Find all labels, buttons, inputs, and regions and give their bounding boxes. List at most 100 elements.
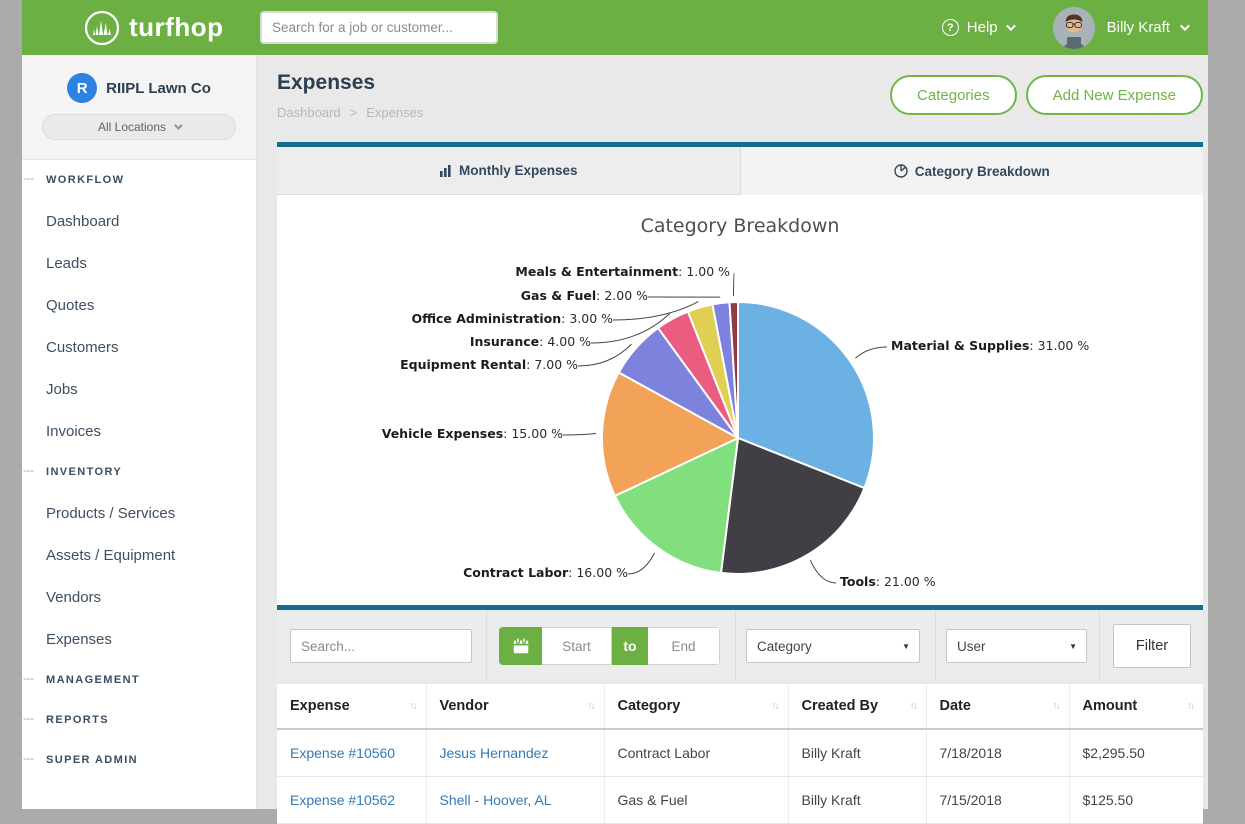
created-by-cell: Billy Kraft [788, 776, 926, 823]
section-dash-icon: --- [23, 753, 34, 765]
user-avatar[interactable] [1053, 7, 1095, 49]
sidebar-item-vendors[interactable]: Vendors [22, 576, 256, 618]
bar-chart-icon [439, 164, 452, 177]
expenses-table: Expense↑↓ Vendor↑↓ Category↑↓ Created By… [277, 684, 1203, 824]
add-new-expense-button[interactable]: Add New Expense [1026, 75, 1203, 115]
user-name: Billy Kraft [1107, 19, 1170, 36]
chart-title: Category Breakdown [277, 215, 1203, 237]
pie-callout-label: Insurance4.00 % [470, 334, 591, 349]
sort-icon[interactable]: ↑↓ [1053, 701, 1059, 712]
column-header-created-by[interactable]: Created By↑↓ [788, 684, 926, 729]
amount-cell: $2,295.50 [1069, 729, 1203, 776]
category-cell: Gas & Fuel [604, 776, 788, 823]
expense-search-input[interactable] [290, 629, 472, 663]
pie-callout-label: Material & Supplies31.00 % [891, 338, 1089, 353]
sidebar-section-super-admin[interactable]: --- SUPER ADMIN [22, 740, 256, 780]
company-row[interactable]: R RIIPL Lawn Co [22, 55, 256, 103]
avatar-photo [1053, 7, 1095, 49]
company-name: RIIPL Lawn Co [106, 80, 211, 97]
divider [1099, 610, 1100, 680]
date-range-group: to [499, 627, 720, 665]
sidebar: R RIIPL Lawn Co All Locations --- WORKFL… [22, 55, 257, 809]
main-content: Expenses Dashboard > Expenses Categories… [257, 55, 1208, 809]
divider [935, 610, 936, 680]
chevron-down-icon[interactable] [1180, 21, 1190, 31]
sidebar-item-invoices[interactable]: Invoices [22, 410, 256, 452]
table-header-row: Expense↑↓ Vendor↑↓ Category↑↓ Created By… [277, 684, 1203, 729]
brand-name: turfhop [129, 12, 223, 43]
select-arrow-icon: ▼ [1069, 642, 1077, 651]
tab-monthly-expenses[interactable]: Monthly Expenses [277, 147, 741, 195]
pie-leader-line [563, 434, 596, 436]
sidebar-item-leads[interactable]: Leads [22, 242, 256, 284]
start-date-input[interactable] [542, 627, 612, 665]
sort-icon[interactable]: ↑↓ [588, 701, 594, 712]
chevron-down-icon [174, 121, 182, 129]
sidebar-item-dashboard[interactable]: Dashboard [22, 200, 256, 242]
filter-bar: to Category ▼ User ▼ Filter [277, 610, 1203, 680]
locations-label: All Locations [98, 120, 166, 134]
sort-icon[interactable]: ↑↓ [1187, 701, 1193, 712]
top-right-group: ? Help Billy Kraft [942, 0, 1187, 55]
user-select[interactable]: User ▼ [946, 629, 1087, 663]
sidebar-item-quotes[interactable]: Quotes [22, 284, 256, 326]
calendar-icon [511, 636, 531, 656]
sidebar-section-workflow[interactable]: --- WORKFLOW [22, 160, 256, 200]
sidebar-item-assets-equipment[interactable]: Assets / Equipment [22, 534, 256, 576]
column-header-category[interactable]: Category↑↓ [604, 684, 788, 729]
sidebar-section-inventory[interactable]: --- INVENTORY [22, 452, 256, 492]
help-icon: ? [942, 19, 959, 36]
sidebar-section-reports[interactable]: --- REPORTS [22, 700, 256, 740]
tab-category-breakdown[interactable]: Category Breakdown [741, 147, 1204, 195]
sort-icon[interactable]: ↑↓ [772, 701, 778, 712]
breadcrumb-separator: > [350, 105, 358, 120]
company-badge: R [67, 73, 97, 103]
pie-callout-label: Vehicle Expenses15.00 % [382, 426, 563, 441]
global-search-input[interactable] [260, 11, 498, 44]
sidebar-section-management[interactable]: --- MANAGEMENT [22, 660, 256, 700]
sidebar-item-jobs[interactable]: Jobs [22, 368, 256, 410]
turfhop-logo[interactable]: turfhop [84, 0, 223, 55]
expense-link[interactable]: Expense #10562 [290, 792, 395, 808]
sidebar-item-customers[interactable]: Customers [22, 326, 256, 368]
end-date-input[interactable] [648, 627, 720, 665]
select-arrow-icon: ▼ [902, 642, 910, 651]
section-dash-icon: --- [23, 173, 34, 185]
category-cell: Contract Labor [604, 729, 788, 776]
amount-cell: $125.50 [1069, 776, 1203, 823]
page-header: Expenses Dashboard > Expenses Categories… [277, 55, 1203, 142]
column-header-amount[interactable]: Amount↑↓ [1069, 684, 1203, 729]
created-by-cell: Billy Kraft [788, 729, 926, 776]
pie-leader-line [734, 273, 735, 296]
locations-dropdown[interactable]: All Locations [42, 114, 236, 140]
vendor-link[interactable]: Jesus Hernandez [440, 745, 549, 761]
section-dash-icon: --- [23, 465, 34, 477]
sort-icon[interactable]: ↑↓ [910, 701, 916, 712]
filter-button[interactable]: Filter [1113, 624, 1191, 668]
category-pie-chart[interactable] [277, 195, 1203, 605]
column-header-date[interactable]: Date↑↓ [926, 684, 1069, 729]
vendor-link[interactable]: Shell - Hoover, AL [440, 792, 552, 808]
sort-icon[interactable]: ↑↓ [410, 701, 416, 712]
categories-button[interactable]: Categories [890, 75, 1017, 115]
category-select[interactable]: Category ▼ [746, 629, 920, 663]
grass-logo-icon [84, 10, 120, 46]
page-title: Expenses [277, 71, 375, 95]
expense-link[interactable]: Expense #10560 [290, 745, 395, 761]
sidebar-item-expenses[interactable]: Expenses [22, 618, 256, 660]
column-header-expense[interactable]: Expense↑↓ [277, 684, 426, 729]
section-dash-icon: --- [23, 713, 34, 725]
chart-tabs: Monthly Expenses Category Breakdown [277, 147, 1203, 195]
calendar-button[interactable] [499, 627, 542, 665]
section-dash-icon: --- [23, 673, 34, 685]
column-header-vendor[interactable]: Vendor↑↓ [426, 684, 604, 729]
screen-edge-right [1208, 0, 1245, 809]
breadcrumb-dashboard[interactable]: Dashboard [277, 105, 341, 120]
pie-callout-label: Office Administration3.00 % [411, 311, 613, 326]
category-breakdown-chart: Category Breakdown Meals & Entertainment… [277, 195, 1203, 605]
pie-callout-label: Tools21.00 % [840, 574, 936, 589]
divider [486, 610, 487, 680]
help-menu[interactable]: ? Help [942, 19, 1013, 36]
sidebar-item-products-services[interactable]: Products / Services [22, 492, 256, 534]
sidebar-company-block: R RIIPL Lawn Co All Locations [22, 55, 256, 160]
